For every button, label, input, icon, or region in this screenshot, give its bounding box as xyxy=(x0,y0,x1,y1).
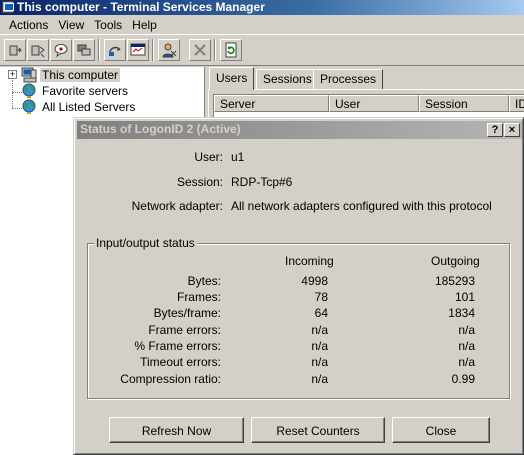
dialog-title: Status of LogonID 2 (Active) xyxy=(80,122,241,136)
disconnect-icon xyxy=(31,45,45,58)
menu-bar: Actions View Tools Help xyxy=(0,15,524,34)
globe-icon xyxy=(22,99,36,114)
io-row-label: % Frame errors: xyxy=(134,339,221,353)
session-label: Session: xyxy=(176,175,223,189)
app-icon xyxy=(2,1,14,13)
io-row-label: Frame errors: xyxy=(148,323,221,337)
tree-item-favorite-servers[interactable]: Favorite servers xyxy=(0,83,205,99)
session-value: RDP-Tcp#6 xyxy=(231,175,293,189)
send-message-button[interactable] xyxy=(50,39,72,61)
tab-users[interactable]: Users xyxy=(209,67,255,90)
tab-sessions[interactable]: Sessions xyxy=(256,69,319,89)
refresh-now-button[interactable]: Refresh Now xyxy=(109,417,244,443)
timeout-errors-incoming: n/a xyxy=(311,355,328,369)
favorites-globe-icon xyxy=(22,83,36,98)
io-row-label: Frames: xyxy=(176,290,221,304)
frame-errors-outgoing: n/a xyxy=(458,323,475,337)
connect-button[interactable] xyxy=(4,39,26,61)
disconnect-button[interactable] xyxy=(27,39,49,61)
help-button[interactable]: ? xyxy=(487,123,503,137)
io-row-label: Bytes: xyxy=(187,274,221,288)
network-adapter-label: Network adapter: xyxy=(131,199,223,213)
menu-help[interactable]: Help xyxy=(127,16,162,34)
tree-label: All Listed Servers xyxy=(42,100,136,114)
bytes-incoming: 4998 xyxy=(301,274,328,288)
incoming-header: Incoming xyxy=(285,254,334,268)
user-label: User: xyxy=(194,150,223,164)
bytes-per-frame-incoming: 64 xyxy=(314,306,328,320)
close-button[interactable]: Close xyxy=(392,417,490,443)
remote-control-icon xyxy=(77,44,91,56)
status-dialog: Status of LogonID 2 (Active) ? × User: u… xyxy=(73,117,524,455)
column-header-user[interactable]: User xyxy=(329,95,419,112)
toolbar-separator xyxy=(98,39,100,61)
tree-expand-toggle[interactable]: + xyxy=(8,70,17,79)
menu-view[interactable]: View xyxy=(53,16,89,34)
toolbar xyxy=(0,34,524,66)
tree-label: This computer xyxy=(40,68,121,82)
end-process-button[interactable] xyxy=(189,39,211,61)
end-process-icon xyxy=(194,44,206,56)
outgoing-header: Outgoing xyxy=(431,254,480,268)
bytes-per-frame-outgoing: 1834 xyxy=(448,306,475,320)
reset-button[interactable] xyxy=(104,39,126,61)
frames-incoming: 78 xyxy=(314,290,328,304)
status-button[interactable] xyxy=(127,39,149,61)
computer-icon xyxy=(21,67,37,83)
column-header-server[interactable]: Server xyxy=(214,95,329,112)
dialog-titlebar[interactable]: Status of LogonID 2 (Active) ? × xyxy=(77,121,522,139)
reset-icon xyxy=(109,46,121,56)
send-message-icon xyxy=(54,44,68,58)
io-status-group: Input/output status Incoming Outgoing By… xyxy=(87,236,510,399)
status-icon xyxy=(130,43,146,56)
tree-item-all-listed-servers[interactable]: All Listed Servers xyxy=(0,99,205,115)
io-group-title: Input/output status xyxy=(94,236,197,250)
io-row-label: Compression ratio: xyxy=(120,372,221,386)
dialog-close-button[interactable]: × xyxy=(504,123,520,137)
tab-processes[interactable]: Processes xyxy=(313,69,384,89)
bytes-outgoing: 185293 xyxy=(434,274,475,288)
frame-errors-incoming: n/a xyxy=(311,323,328,337)
compression-ratio-outgoing: 0.99 xyxy=(451,372,475,386)
timeout-errors-outgoing: n/a xyxy=(458,355,475,369)
compression-ratio-incoming: n/a xyxy=(311,372,328,386)
reset-counters-button[interactable]: Reset Counters xyxy=(251,417,385,443)
user-value: u1 xyxy=(231,150,245,164)
toolbar-separator xyxy=(214,39,216,61)
io-row-label: Timeout errors: xyxy=(140,355,221,369)
logoff-icon xyxy=(162,43,177,58)
toolbar-separator xyxy=(152,39,154,61)
io-row-label: Bytes/frame: xyxy=(153,306,221,320)
connect-icon xyxy=(9,45,22,56)
window-title: This computer - Terminal Services Manage… xyxy=(17,0,265,14)
tree-item-this-computer[interactable]: + This computer xyxy=(0,67,205,83)
refresh-icon xyxy=(225,42,237,58)
remote-control-button[interactable] xyxy=(73,39,95,61)
column-header-session[interactable]: Session xyxy=(419,95,509,112)
logoff-button[interactable] xyxy=(158,39,180,61)
refresh-button[interactable] xyxy=(220,39,242,61)
frames-outgoing: 101 xyxy=(454,290,475,304)
network-adapter-value: All network adapters configured with thi… xyxy=(231,199,492,213)
column-header-id[interactable]: ID xyxy=(509,95,524,112)
pct-frame-errors-outgoing: n/a xyxy=(458,339,475,353)
pct-frame-errors-incoming: n/a xyxy=(311,339,328,353)
window-titlebar[interactable]: This computer - Terminal Services Manage… xyxy=(0,0,524,15)
menu-tools[interactable]: Tools xyxy=(89,16,127,34)
tree-label: Favorite servers xyxy=(42,84,129,98)
menu-actions[interactable]: Actions xyxy=(4,16,53,34)
